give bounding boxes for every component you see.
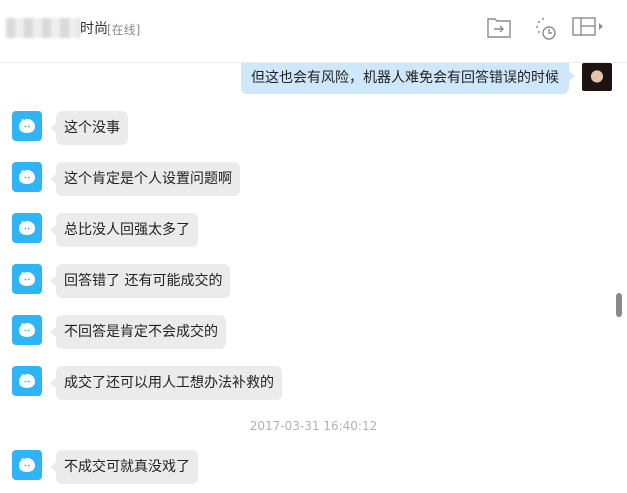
bot-avatar[interactable] <box>12 450 42 480</box>
message-bubble-bot: 这个没事 <box>50 111 128 145</box>
bot-face-icon <box>19 220 35 235</box>
bot-avatar[interactable] <box>12 111 42 141</box>
bot-face-icon <box>19 169 35 184</box>
message-bubble-bot: 这个肯定是个人设置问题啊 <box>50 162 240 196</box>
bot-avatar[interactable] <box>12 264 42 294</box>
bot-face-icon <box>19 457 35 472</box>
layout-panel-icon[interactable] <box>572 16 606 38</box>
message-bubble-bot: 不回答是肯定不会成交的 <box>50 315 226 349</box>
transfer-file-icon[interactable] <box>487 16 511 38</box>
contact-status: [在线] <box>107 23 141 37</box>
chat-window: 时尚 [在线] 但这也会有风险，机器人难免会有回答错误的时候 这个没事 这个肯定… <box>0 0 627 493</box>
bot-avatar[interactable] <box>12 162 42 192</box>
bot-avatar[interactable] <box>12 366 42 396</box>
scrollbar-thumb[interactable] <box>616 293 622 317</box>
bot-face-icon <box>19 118 35 133</box>
bot-face-icon <box>19 271 35 286</box>
message-bubble-bot: 不成交可就真没戏了 <box>50 450 198 484</box>
bot-avatar[interactable] <box>12 315 42 345</box>
message-timestamp: 2017-03-31 16:40:12 <box>249 419 378 433</box>
self-avatar[interactable] <box>582 63 612 91</box>
contact-name: 时尚 <box>80 21 108 37</box>
blurred-contact-name <box>6 18 80 38</box>
message-bubble-self: 但这也会有风险，机器人难免会有回答错误的时候 <box>241 63 575 94</box>
bot-face-icon <box>19 373 35 388</box>
bot-face-icon <box>19 322 35 337</box>
history-icon[interactable] <box>533 16 559 40</box>
message-bubble-bot: 成交了还可以用人工想办法补救的 <box>50 366 282 400</box>
message-list[interactable]: 但这也会有风险，机器人难免会有回答错误的时候 这个没事 这个肯定是个人设置问题啊… <box>0 63 627 493</box>
bot-avatar[interactable] <box>12 213 42 243</box>
message-bubble-bot: 回答错了 还有可能成交的 <box>49 264 231 298</box>
message-bubble-bot: 总比没人回强太多了 <box>50 213 198 247</box>
chat-header: 时尚 [在线] <box>0 0 627 63</box>
